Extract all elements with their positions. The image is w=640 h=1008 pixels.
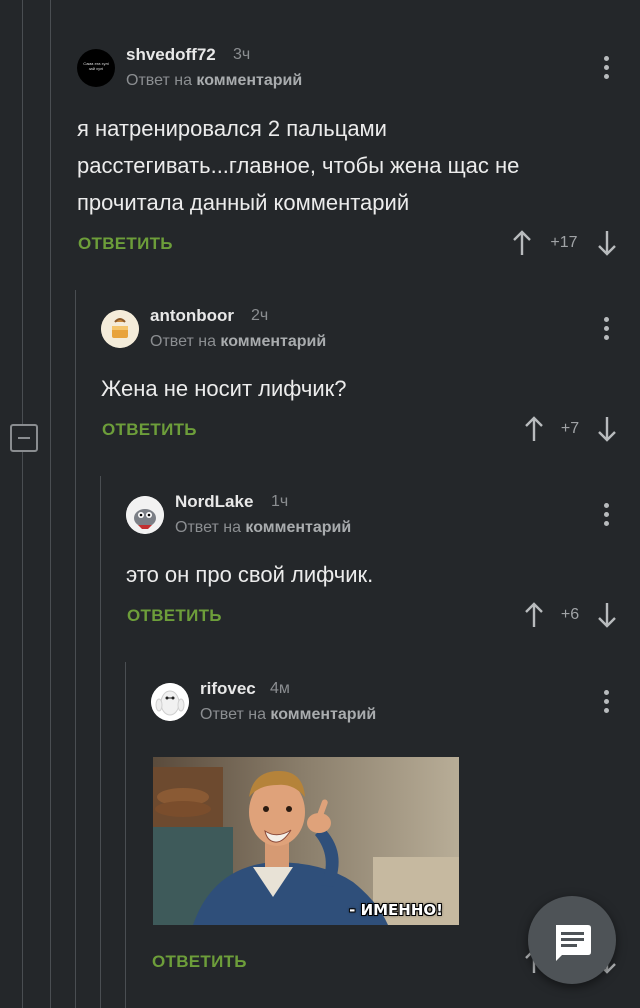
more-vertical-icon[interactable] — [596, 501, 616, 529]
comment-line: прочитала данный комментарий — [77, 190, 410, 215]
reply-to[interactable]: Ответ на комментарий — [175, 519, 351, 537]
more-vertical-icon[interactable] — [596, 688, 616, 716]
reply-to-prefix: Ответ на — [126, 72, 192, 89]
thread-line[interactable] — [50, 0, 51, 1008]
avatar[interactable] — [126, 496, 164, 534]
reply-button[interactable]: ОТВЕТИТЬ — [152, 952, 247, 972]
vote-score: +7 — [560, 420, 580, 437]
thread-line[interactable] — [125, 662, 126, 1008]
reply-button[interactable]: ОТВЕТИТЬ — [127, 606, 222, 626]
timestamp: 4м — [270, 680, 290, 697]
thread-line — [22, 0, 23, 1008]
reply-to[interactable]: Ответ на комментарий — [150, 333, 326, 351]
comment-line: Жена не носит лифчик? — [101, 376, 347, 401]
reply-to-link[interactable]: комментарий — [220, 333, 326, 350]
avatar-image — [101, 310, 139, 348]
reply-button[interactable]: ОТВЕТИТЬ — [102, 420, 197, 440]
arrow-up-icon[interactable] — [511, 230, 533, 256]
comment-line: я натренировался 2 пальцами — [77, 116, 387, 141]
timestamp: 2ч — [251, 307, 269, 324]
reply-to[interactable]: Ответ на комментарий — [200, 706, 376, 724]
timestamp: 3ч — [233, 46, 251, 63]
username[interactable]: NordLake — [175, 492, 253, 512]
avatar-image — [126, 496, 164, 534]
username[interactable]: shvedoff72 — [126, 45, 216, 65]
reply-to-link[interactable]: комментарий — [270, 706, 376, 723]
thread-line[interactable] — [75, 290, 76, 1008]
comment-line: расстегивать...главное, чтобы жена щас н… — [77, 153, 520, 178]
comment-fab-button[interactable] — [528, 896, 616, 984]
username[interactable]: rifovec — [200, 679, 256, 699]
gif-image[interactable]: - ИМЕННО! — [153, 757, 459, 925]
reply-to-link[interactable]: комментарий — [196, 72, 302, 89]
reply-to[interactable]: Ответ на комментарий — [126, 72, 302, 90]
gif-scene — [153, 757, 459, 925]
arrow-down-icon[interactable] — [596, 416, 618, 442]
username[interactable]: antonboor — [150, 306, 234, 326]
arrow-up-icon[interactable] — [523, 416, 545, 442]
timestamp: 1ч — [271, 493, 289, 510]
avatar-text: Сама эта хулi зай хулi — [83, 61, 109, 71]
avatar[interactable]: Сама эта хулi зай хулi — [77, 49, 115, 87]
avatar[interactable] — [101, 310, 139, 348]
reply-button[interactable]: ОТВЕТИТЬ — [78, 234, 173, 254]
arrow-down-icon[interactable] — [596, 602, 618, 628]
vote-score: +17 — [550, 234, 578, 251]
more-vertical-icon[interactable] — [596, 315, 616, 343]
arrow-up-icon[interactable] — [523, 602, 545, 628]
reply-to-prefix: Ответ на — [175, 519, 241, 536]
comments-thread: Сама эта хулi зай хулi shvedoff72 3ч Отв… — [0, 0, 640, 1008]
reply-to-prefix: Ответ на — [200, 706, 266, 723]
comment-icon — [556, 925, 591, 961]
avatar[interactable] — [151, 683, 189, 721]
reply-to-prefix: Ответ на — [150, 333, 216, 350]
more-vertical-icon[interactable] — [596, 54, 616, 82]
reply-to-link[interactable]: комментарий — [245, 519, 351, 536]
gif-caption: - ИМЕННО! — [349, 901, 443, 919]
arrow-down-icon[interactable] — [596, 230, 618, 256]
vote-score: +6 — [560, 606, 580, 623]
comment-line: это он про свой лифчик. — [126, 562, 374, 587]
thread-line[interactable] — [100, 476, 101, 1008]
collapse-thread-icon[interactable] — [10, 424, 38, 452]
avatar-image — [151, 683, 189, 721]
